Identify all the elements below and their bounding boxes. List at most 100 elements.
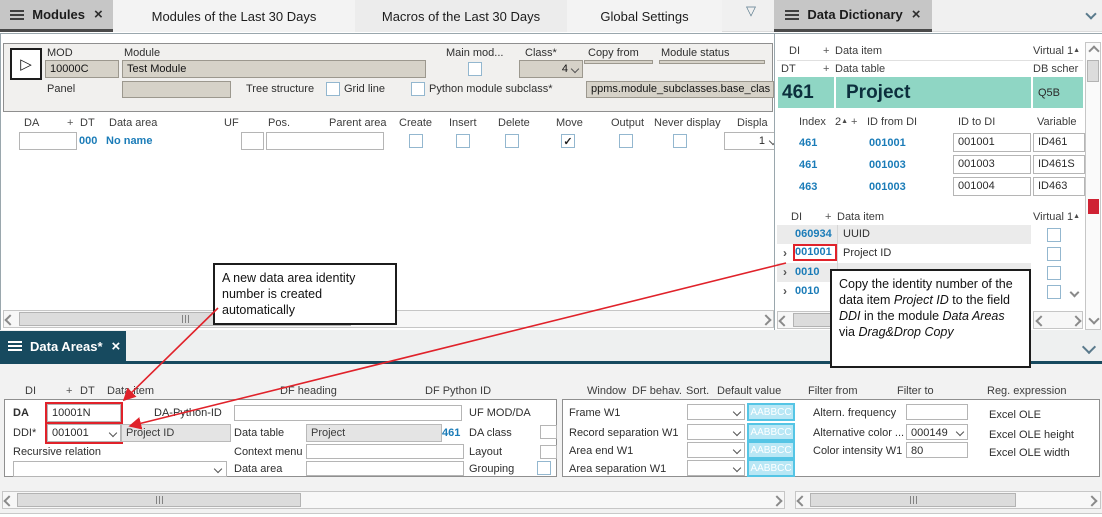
- scroll-thumb[interactable]: [17, 493, 301, 507]
- virtual-checkbox[interactable]: [1047, 285, 1061, 299]
- mod-field[interactable]: 10000C: [45, 60, 119, 78]
- variable-input[interactable]: ID461S: [1033, 155, 1085, 174]
- variable-input[interactable]: ID463: [1033, 177, 1085, 196]
- da-input[interactable]: [19, 132, 77, 150]
- frame-w1-select[interactable]: [687, 404, 745, 420]
- tab-modules-last-30-days[interactable]: Modules of the Last 30 Days: [113, 0, 355, 32]
- menu-icon[interactable]: [10, 8, 24, 22]
- record-separation-w1-color[interactable]: AABBCC: [747, 423, 795, 441]
- python-subclass-field[interactable]: ppms.module_subclasses.base_clas: [586, 81, 774, 98]
- tab-macros-last-30-days[interactable]: Macros of the Last 30 Days: [355, 0, 567, 32]
- scroll-thumb[interactable]: [810, 493, 1016, 507]
- recursive-relation-select[interactable]: [13, 461, 227, 477]
- list-item[interactable]: › 001001 Project ID: [777, 244, 1031, 263]
- context-menu-field[interactable]: [306, 444, 464, 459]
- uf-input[interactable]: [241, 132, 264, 150]
- data-area-field[interactable]: [306, 461, 464, 476]
- id-to-input[interactable]: 001003: [953, 155, 1031, 174]
- parent-area-input[interactable]: [266, 132, 384, 150]
- close-icon[interactable]: ×: [112, 339, 121, 354]
- output-checkbox[interactable]: [619, 134, 633, 148]
- grouping-checkbox[interactable]: [537, 461, 551, 475]
- tab-global-settings[interactable]: Global Settings: [567, 0, 722, 32]
- module-status-field[interactable]: [659, 60, 765, 64]
- scroll-right-button[interactable]: [762, 316, 770, 324]
- scroll-left-button[interactable]: [780, 317, 788, 325]
- run-module-button[interactable]: ▷: [10, 48, 42, 80]
- alternative-color-select[interactable]: 000149: [906, 424, 968, 440]
- record-separation-w1-select[interactable]: [687, 424, 745, 440]
- frame-w1-color[interactable]: AABBCC: [747, 403, 795, 421]
- scroll-left-button[interactable]: [1037, 317, 1045, 325]
- delete-checkbox[interactable]: [505, 134, 519, 148]
- add-icon[interactable]: +: [823, 63, 829, 75]
- scroll-up-button[interactable]: [1090, 47, 1098, 55]
- copy-from-field[interactable]: [584, 60, 653, 64]
- menu-icon[interactable]: [785, 8, 799, 22]
- scroll-right-button[interactable]: [773, 497, 781, 505]
- virtual-checkbox[interactable]: [1047, 247, 1061, 261]
- panel-collapse-icon[interactable]: [1087, 9, 1095, 21]
- module-field[interactable]: Test Module: [122, 60, 426, 78]
- tab-modules[interactable]: Modules ×: [0, 0, 113, 32]
- expand-icon[interactable]: ›: [783, 246, 787, 260]
- dd-col-virtual[interactable]: Virtual 1▲: [1033, 45, 1080, 57]
- create-checkbox[interactable]: [409, 134, 423, 148]
- grid-line-checkbox[interactable]: [326, 82, 340, 96]
- layout-field[interactable]: [540, 445, 557, 459]
- dd-vscrollbar[interactable]: [1085, 42, 1101, 330]
- ddi-select[interactable]: 001001: [47, 424, 121, 442]
- add-icon[interactable]: +: [823, 45, 829, 57]
- panel-field[interactable]: [122, 81, 231, 98]
- add-icon[interactable]: +: [67, 117, 73, 129]
- add-icon[interactable]: +: [825, 211, 831, 223]
- data-area-link[interactable]: No name: [106, 135, 152, 147]
- tab-data-dictionary[interactable]: Data Dictionary ×: [774, 0, 932, 32]
- id-to-input[interactable]: 001004: [953, 177, 1031, 196]
- scroll-down-button[interactable]: [1090, 315, 1098, 323]
- variable-input[interactable]: ID461: [1033, 133, 1085, 152]
- color-intensity-w1-field[interactable]: 80: [906, 442, 968, 458]
- python-subclass-checkbox[interactable]: [411, 82, 425, 96]
- selected-table-name-cell[interactable]: Project: [836, 77, 1031, 108]
- altern-frequency-field[interactable]: [906, 404, 968, 420]
- scroll-left-button[interactable]: [6, 316, 14, 324]
- display-select[interactable]: 1: [724, 132, 780, 150]
- scroll-right-button[interactable]: [1088, 497, 1096, 505]
- dd-right-hscrollbar[interactable]: [1033, 311, 1083, 329]
- expand-icon[interactable]: ›: [783, 284, 787, 298]
- tab-data-areas[interactable]: Data Areas* ×: [0, 331, 126, 361]
- move-checkbox[interactable]: ✓: [561, 134, 575, 148]
- strip-collapse-icon[interactable]: [1084, 342, 1094, 355]
- menu-icon[interactable]: [8, 339, 22, 353]
- virtual-checkbox[interactable]: [1047, 266, 1061, 280]
- da-right-hscrollbar[interactable]: [795, 491, 1101, 509]
- tab-overflow-icon[interactable]: ▽: [746, 3, 756, 19]
- insert-checkbox[interactable]: [456, 134, 470, 148]
- da-left-hscrollbar[interactable]: [2, 491, 785, 509]
- da-id-field[interactable]: 10001N: [47, 404, 121, 422]
- never-display-checkbox[interactable]: [673, 134, 687, 148]
- scroll-left-button[interactable]: [5, 497, 13, 505]
- area-end-w1-color[interactable]: AABBCC: [747, 441, 795, 459]
- expand-icon[interactable]: ›: [783, 265, 787, 279]
- scroll-left-button[interactable]: [798, 497, 806, 505]
- close-icon[interactable]: ×: [94, 7, 103, 22]
- virtual-checkbox[interactable]: [1047, 228, 1061, 242]
- add-icon[interactable]: +: [851, 116, 857, 128]
- main-mod-checkbox[interactable]: [468, 62, 482, 76]
- area-separation-w1-select[interactable]: [687, 460, 745, 476]
- da-python-id-field[interactable]: [234, 405, 462, 421]
- id-to-input[interactable]: 001001: [953, 133, 1031, 152]
- area-separation-w1-color[interactable]: AABBCC: [747, 459, 795, 477]
- scroll-right-button[interactable]: [1072, 317, 1080, 325]
- selected-table-id-cell[interactable]: 461: [778, 77, 834, 108]
- da-class-field[interactable]: [540, 425, 557, 439]
- class-select[interactable]: 4: [519, 60, 583, 78]
- add-icon[interactable]: +: [66, 385, 72, 397]
- sort-order[interactable]: 2▲: [835, 116, 848, 128]
- list-scroll-down-icon[interactable]: [1071, 287, 1078, 299]
- close-icon[interactable]: ×: [912, 7, 921, 22]
- list-item[interactable]: 060934 UUID: [777, 225, 1031, 244]
- area-end-w1-select[interactable]: [687, 442, 745, 458]
